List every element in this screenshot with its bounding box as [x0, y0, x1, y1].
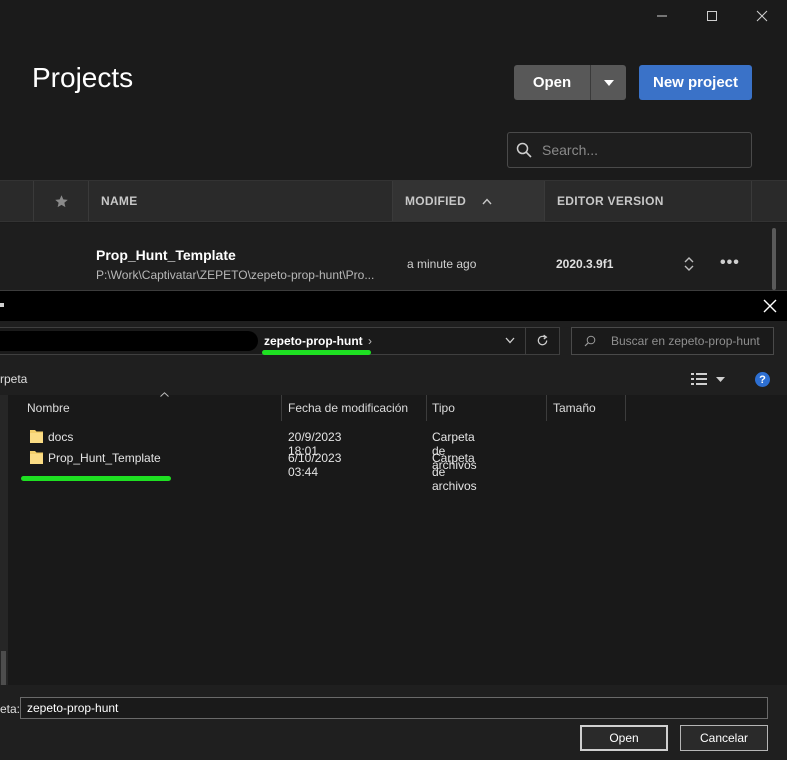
column-nombre[interactable]: Nombre [20, 392, 282, 421]
project-path: P:\Work\Captivatar\ZEPETO\zepeto-prop-hu… [96, 268, 375, 282]
window-controls [637, 0, 787, 32]
close-icon [756, 10, 768, 22]
open-dropdown-button[interactable] [590, 65, 626, 100]
dialog-title-fragment [0, 303, 4, 307]
chevron-down-icon[interactable] [505, 337, 515, 344]
column-editor-version[interactable]: EDITOR VERSION [545, 181, 752, 221]
minimize-icon [657, 15, 667, 17]
cancel-button[interactable]: Cancelar [680, 725, 768, 751]
open-project-button[interactable]: Open [514, 65, 590, 100]
folder-field-label: eta: [0, 702, 21, 716]
dialog-titlebar [0, 291, 787, 321]
address-divider [525, 328, 526, 354]
highlight-underline-folder [21, 476, 171, 481]
help-icon[interactable]: ? [755, 372, 770, 387]
more-options-button[interactable]: ••• [720, 254, 740, 272]
project-name: Prop_Hunt_Template [96, 247, 236, 263]
new-project-button[interactable]: New project [639, 65, 752, 100]
column-actions [752, 181, 787, 221]
sort-ascending-icon [482, 197, 492, 204]
minimize-button[interactable] [637, 0, 687, 32]
search-input[interactable]: Search... [507, 132, 752, 168]
file-list: Nombre Fecha de modificación Tipo Tamaño… [8, 392, 787, 685]
unity-hub-window: Projects Open New project Search... NAME… [0, 0, 787, 300]
page-title: Projects [32, 62, 134, 93]
project-row[interactable]: Prop_Hunt_Template P:\Work\Captivatar\ZE… [0, 223, 787, 293]
folder-name-field[interactable]: zepeto-prop-hunt [20, 697, 768, 719]
project-editor-version: 2020.3.9f1 [556, 257, 614, 271]
view-details-icon[interactable] [691, 373, 707, 385]
maximize-icon [707, 11, 717, 21]
file-open-dialog: zepeto-prop-hunt › Buscar en zepeto-prop… [0, 290, 787, 760]
dialog-footer: eta: zepeto-prop-hunt Open Cancelar [0, 685, 787, 760]
maximize-button[interactable] [687, 0, 737, 32]
folder-search-input[interactable]: Buscar en zepeto-prop-hunt [571, 327, 774, 355]
project-modified: a minute ago [407, 257, 477, 271]
navigation-pane-edge [0, 395, 8, 755]
project-list-scrollbar[interactable] [772, 228, 776, 290]
search-icon [516, 142, 532, 158]
project-table-header: NAME MODIFIED EDITOR VERSION [0, 180, 787, 222]
column-select[interactable] [0, 181, 34, 221]
breadcrumb-separator[interactable]: › [368, 334, 372, 348]
dialog-toolbar: rpeta ? [0, 363, 787, 393]
refresh-icon[interactable] [536, 334, 549, 347]
new-folder-button[interactable]: rpeta [0, 372, 27, 386]
open-button-group: Open [514, 65, 626, 100]
file-date: 6/10/2023 03:44 [288, 451, 342, 479]
highlight-underline-breadcrumb [262, 350, 371, 355]
column-fecha[interactable]: Fecha de modificación [282, 395, 427, 421]
search-icon [584, 335, 596, 347]
column-tamano[interactable]: Tamaño [547, 395, 626, 421]
column-favorite[interactable] [34, 181, 89, 221]
chevron-down-icon[interactable] [716, 377, 725, 382]
column-modified-label: MODIFIED [405, 194, 467, 208]
sort-ascending-icon [160, 392, 169, 397]
version-select-icon[interactable] [683, 256, 695, 272]
breadcrumb-current-folder[interactable]: zepeto-prop-hunt [264, 334, 363, 348]
folder-icon [30, 430, 43, 443]
file-name: Prop_Hunt_Template [48, 451, 161, 465]
open-button[interactable]: Open [580, 725, 668, 751]
redacted-path [0, 331, 258, 351]
close-button[interactable] [737, 0, 787, 32]
search-placeholder: Search... [542, 142, 599, 158]
dialog-close-icon[interactable] [761, 297, 779, 315]
chevron-down-icon [603, 79, 614, 86]
column-name[interactable]: NAME [89, 181, 393, 221]
column-modified[interactable]: MODIFIED [393, 181, 545, 221]
file-name: docs [48, 430, 74, 444]
star-icon [54, 194, 68, 207]
file-type: Carpeta de archivos [432, 451, 477, 493]
column-nombre-label: Nombre [27, 401, 70, 415]
folder-icon [30, 451, 43, 464]
folder-search-placeholder: Buscar en zepeto-prop-hunt [611, 334, 760, 348]
column-tipo[interactable]: Tipo [427, 395, 547, 421]
